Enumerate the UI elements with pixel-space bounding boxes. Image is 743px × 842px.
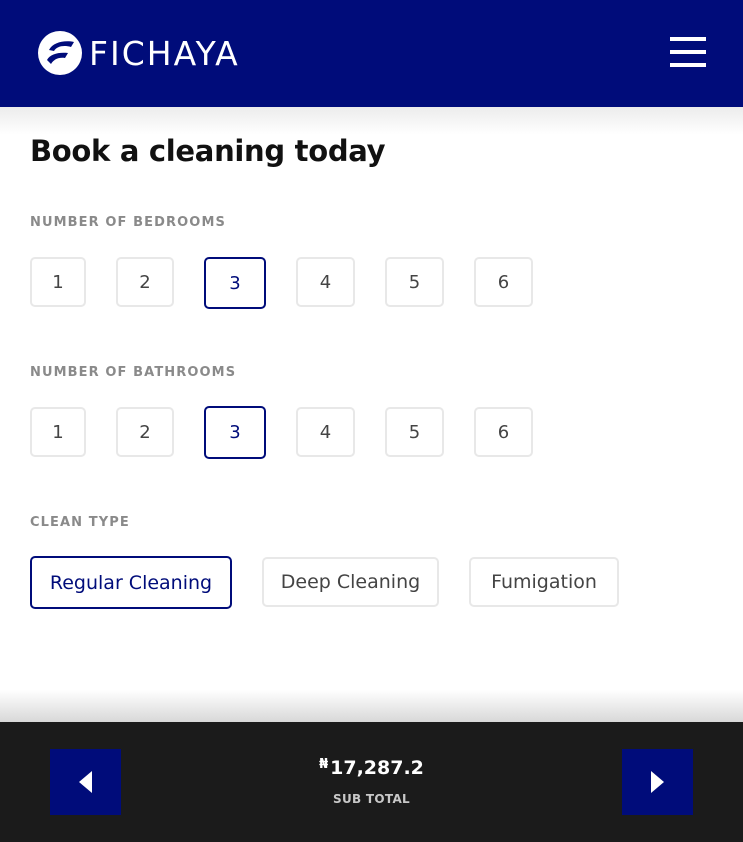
fichaya-logo-icon	[38, 31, 82, 75]
clean-type-fumigation[interactable]: Fumigation	[469, 557, 619, 607]
booking-footer: ₦ 17,287.2 SUB TOTAL	[0, 722, 743, 842]
clean-type-label: CLEAN TYPE	[30, 515, 130, 530]
bathroom-option-3[interactable]: 3	[204, 406, 266, 459]
bathroom-option-1[interactable]: 1	[30, 407, 86, 457]
footer-shadow	[0, 690, 743, 722]
bathroom-option-5[interactable]: 5	[385, 407, 444, 457]
bedroom-option-1[interactable]: 1	[30, 257, 86, 307]
bedroom-option-4[interactable]: 4	[296, 257, 355, 307]
bedroom-option-2[interactable]: 2	[116, 257, 174, 307]
page-title: Book a cleaning today	[30, 134, 386, 168]
bedroom-option-5[interactable]: 5	[385, 257, 444, 307]
subtotal-value: 17,287.2	[330, 757, 424, 779]
clean-type-regular[interactable]: Regular Cleaning	[30, 556, 232, 609]
bedroom-option-3[interactable]: 3	[204, 257, 266, 309]
bathroom-option-4[interactable]: 4	[296, 407, 355, 457]
bedroom-option-6[interactable]: 6	[474, 257, 533, 307]
bathroom-option-6[interactable]: 6	[474, 407, 533, 457]
header-shadow	[0, 107, 743, 135]
arrow-right-icon	[651, 771, 664, 793]
app-header: FICHAYA	[0, 0, 743, 107]
bathroom-option-2[interactable]: 2	[116, 407, 174, 457]
clean-type-deep[interactable]: Deep Cleaning	[262, 557, 439, 607]
bedrooms-label: NUMBER OF BEDROOMS	[30, 215, 226, 230]
bathrooms-label: NUMBER OF BATHROOMS	[30, 365, 237, 380]
next-button[interactable]	[622, 749, 693, 815]
currency-symbol: ₦	[319, 757, 329, 772]
hamburger-menu-icon[interactable]	[670, 37, 706, 67]
brand-name: FICHAYA	[89, 33, 240, 73]
brand-logo[interactable]: FICHAYA	[37, 29, 240, 77]
